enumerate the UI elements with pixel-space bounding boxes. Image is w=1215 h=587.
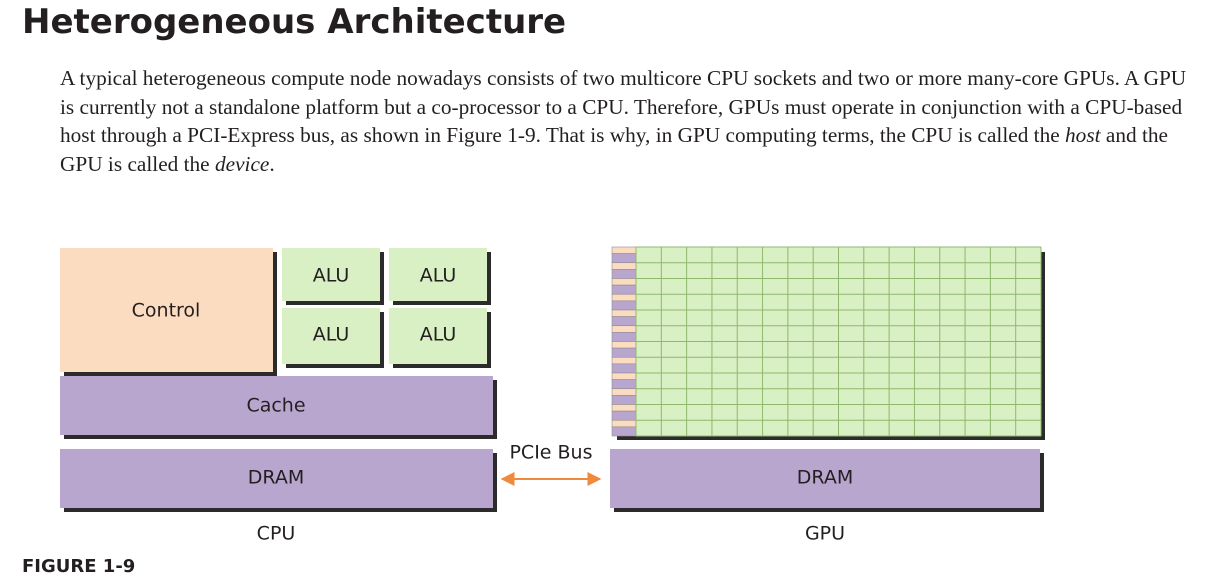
architecture-diagram: Control ALU ALU ALU ALU Cache DRAM CPU P… (60, 246, 1045, 545)
gpu-control-stripe (611, 309, 637, 317)
cpu-cache-block: Cache (60, 376, 497, 439)
gpu-control-stripe (611, 325, 637, 333)
gpu-control-stripe (611, 356, 637, 365)
cpu-cache-label: Cache (246, 395, 305, 417)
gpu-dram-block: DRAM (610, 449, 1044, 512)
cpu-alu-3: ALU (282, 308, 384, 368)
gpu-control-stripe (611, 372, 637, 380)
gpu-dram-label: DRAM (797, 467, 853, 489)
gpu-control-stripe (611, 246, 637, 254)
gpu-control-stripe (611, 388, 637, 396)
gpu-control-stripe (611, 341, 637, 349)
gpu-cache-stripe (611, 426, 637, 437)
gpu-cache-stripe (611, 316, 637, 327)
gpu-control-stripe (611, 404, 637, 412)
gpu-control-stripe (611, 419, 637, 428)
alu-label: ALU (313, 265, 350, 287)
gpu-cache-stripe (611, 284, 637, 295)
gpu-cache-stripe (611, 269, 637, 279)
pcie-bus-label: PCIe Bus (509, 442, 592, 464)
cpu-alu-2: ALU (389, 248, 491, 305)
gpu-cache-stripe (611, 363, 637, 374)
cpu-control-block: Control (60, 248, 277, 376)
cpu-control-label: Control (132, 300, 201, 322)
cpu-alu-4: ALU (389, 308, 491, 368)
alu-label: ALU (420, 265, 457, 287)
gpu-caption: GPU (805, 523, 845, 545)
gpu-cache-stripe (611, 253, 637, 264)
gpu-cache-stripe (611, 379, 637, 390)
gpu-control-stripe (611, 262, 637, 270)
gpu-control-stripe (611, 278, 637, 286)
gpu-cache-stripe (611, 347, 637, 358)
cpu-caption: CPU (257, 523, 296, 545)
gpu-cache-stripe (611, 410, 637, 421)
cpu-alu-1: ALU (282, 248, 384, 305)
gpu-cache-stripe (611, 332, 637, 342)
cpu-dram-block: DRAM (60, 449, 497, 512)
cpu-dram-label: DRAM (248, 467, 304, 489)
alu-label: ALU (420, 324, 457, 346)
gpu-core-grid (611, 246, 1045, 440)
gpu-cache-stripe (611, 300, 637, 311)
alu-label: ALU (313, 324, 350, 346)
figure-caption: FIGURE 1-9 (22, 556, 136, 577)
gpu-control-stripe (611, 293, 637, 302)
gpu-cache-stripe (611, 395, 637, 405)
